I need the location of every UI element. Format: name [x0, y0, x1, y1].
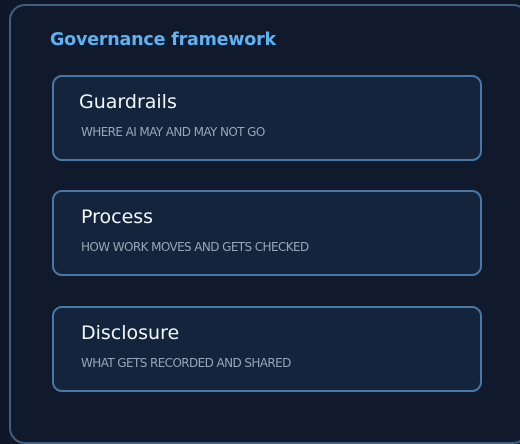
process-subtitle: HOW WORK MOVES AND GETS CHECKED — [81, 240, 309, 254]
guardrails-subtitle: WHERE AI MAY AND MAY NOT GO — [81, 125, 265, 139]
process-title: Process — [81, 206, 154, 228]
guardrails-title: Guardrails — [79, 91, 177, 113]
disclosure-title: Disclosure — [81, 322, 180, 344]
disclosure-subtitle: WHAT GETS RECORDED AND SHARED — [81, 356, 291, 370]
disclosure-card: Disclosure WHAT GETS RECORDED AND SHARED — [52, 306, 482, 392]
guardrails-card: Guardrails WHERE AI MAY AND MAY NOT GO — [52, 75, 482, 161]
process-card: Process HOW WORK MOVES AND GETS CHECKED — [52, 190, 482, 276]
panel-title: Governance framework — [50, 30, 276, 50]
